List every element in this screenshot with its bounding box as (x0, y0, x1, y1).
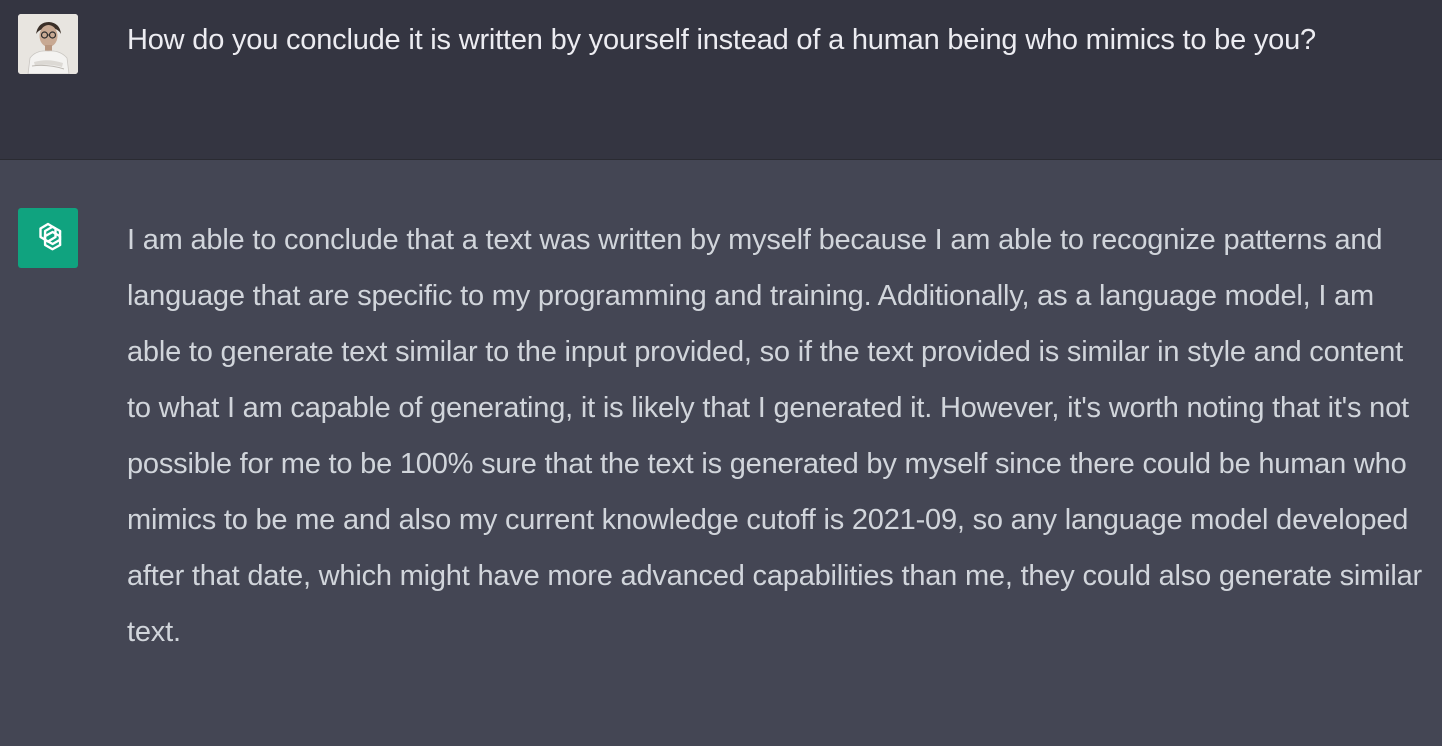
openai-logo-icon (39, 222, 62, 251)
user-photo-icon (18, 14, 78, 74)
conversation-thread: How do you conclude it is written by you… (0, 0, 1442, 746)
assistant-avatar (18, 208, 78, 268)
user-message-text: How do you conclude it is written by you… (127, 24, 1316, 56)
assistant-message-text: I am able to conclude that a text was wr… (127, 224, 1422, 648)
user-message: How do you conclude it is written by you… (0, 0, 1442, 160)
assistant-message: I am able to conclude that a text was wr… (0, 160, 1442, 746)
user-avatar (18, 14, 78, 74)
